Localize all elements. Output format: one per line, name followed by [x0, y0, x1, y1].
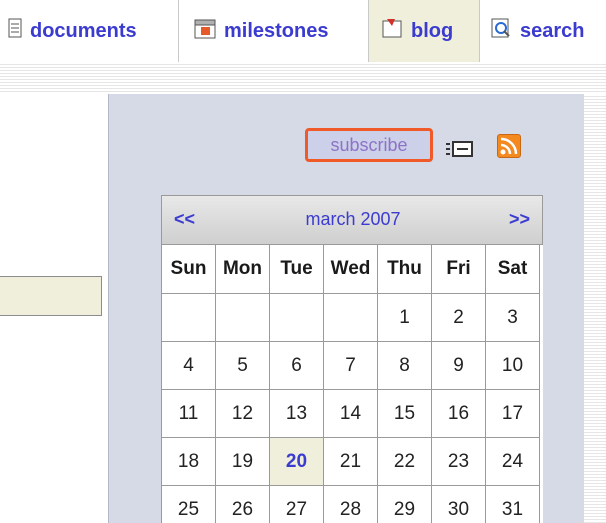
day-cell: 2 [431, 293, 486, 342]
tab-blog[interactable]: blog [368, 0, 480, 62]
week-row: 25 26 27 28 29 30 31 [161, 485, 540, 523]
calendar-grid: Sun Mon Tue Wed Thu Fri Sat 1 2 3 4 5 6 … [161, 244, 540, 523]
calendar-icon [194, 17, 216, 45]
week-row: 4 5 6 7 8 9 10 [161, 341, 540, 390]
day-cell: 13 [269, 389, 324, 438]
rss-icon[interactable] [497, 134, 521, 158]
day-cell: 30 [431, 485, 486, 523]
tab-blog-label: blog [411, 19, 454, 42]
day-cell: 5 [215, 341, 270, 390]
calendar-month[interactable]: march 2007 [162, 209, 543, 230]
day-cell: 3 [485, 293, 540, 342]
day-cell: 25 [161, 485, 216, 523]
top-nav: documents milestones blog search [0, 0, 606, 62]
day-cell [323, 293, 378, 342]
search-icon [490, 17, 512, 45]
tab-divider [178, 0, 179, 62]
day-cell: 19 [215, 437, 270, 486]
sidebar-edge-strip [584, 94, 606, 523]
calendar: march 2007 << >> Sun Mon Tue Wed Thu Fri… [161, 195, 543, 523]
week-row: 11 12 13 14 15 16 17 [161, 389, 540, 438]
week-row: 18 19 20 21 22 23 24 [161, 437, 540, 486]
weekday-sat: Sat [485, 244, 540, 294]
day-cell: 6 [269, 341, 324, 390]
day-cell [215, 293, 270, 342]
day-cell: 4 [161, 341, 216, 390]
day-cell: 21 [323, 437, 378, 486]
day-cell: 18 [161, 437, 216, 486]
week-row: 1 2 3 [161, 293, 540, 342]
day-cell: 28 [323, 485, 378, 523]
weekday-mon: Mon [215, 244, 270, 294]
weekday-row: Sun Mon Tue Wed Thu Fri Sat [161, 244, 540, 294]
tab-documents[interactable]: documents [0, 0, 176, 62]
day-cell: 23 [431, 437, 486, 486]
day-cell: 10 [485, 341, 540, 390]
calendar-next-link[interactable]: >> [509, 209, 530, 230]
day-cell: 9 [431, 341, 486, 390]
day-cell: 8 [377, 341, 432, 390]
tab-documents-label: documents [30, 19, 137, 42]
day-cell: 27 [269, 485, 324, 523]
day-cell: 12 [215, 389, 270, 438]
day-cell-today[interactable]: 20 [269, 437, 324, 486]
day-cell: 15 [377, 389, 432, 438]
tab-search[interactable]: search [482, 0, 606, 62]
tab-search-label: search [520, 19, 585, 42]
day-cell: 17 [485, 389, 540, 438]
day-cell: 14 [323, 389, 378, 438]
weekday-thu: Thu [377, 244, 432, 294]
day-cell: 1 [377, 293, 432, 342]
weekday-wed: Wed [323, 244, 378, 294]
day-cell: 16 [431, 389, 486, 438]
day-cell: 22 [377, 437, 432, 486]
day-cell: 29 [377, 485, 432, 523]
tab-milestones-label: milestones [224, 19, 329, 42]
weekday-sun: Sun [161, 244, 216, 294]
envelope-icon[interactable] [446, 140, 474, 158]
blog-icon [381, 17, 403, 45]
day-cell: 24 [485, 437, 540, 486]
calendar-prev-link[interactable]: << [174, 209, 195, 230]
tab-milestones[interactable]: milestones [180, 0, 368, 62]
day-cell [269, 293, 324, 342]
calendar-header: march 2007 << >> [161, 195, 543, 245]
weekday-tue: Tue [269, 244, 324, 294]
weekday-fri: Fri [431, 244, 486, 294]
day-cell: 11 [161, 389, 216, 438]
subscribe-button[interactable]: subscribe [305, 128, 433, 162]
nav-shadow-strip [0, 62, 606, 94]
day-cell: 26 [215, 485, 270, 523]
day-cell [161, 293, 216, 342]
day-cell: 7 [323, 341, 378, 390]
document-icon [8, 18, 22, 44]
content-box [0, 276, 102, 316]
day-cell: 31 [485, 485, 540, 523]
